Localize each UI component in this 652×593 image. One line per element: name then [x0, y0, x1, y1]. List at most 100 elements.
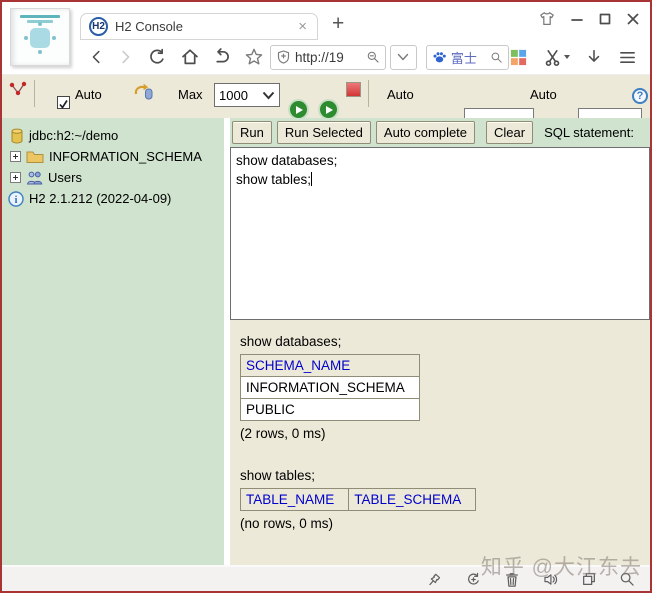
book-cover-art [20, 15, 60, 18]
maximize-button[interactable] [598, 12, 612, 26]
history-undo-icon[interactable] [132, 82, 156, 102]
undo-button[interactable] [212, 47, 232, 67]
svg-text:i: i [15, 195, 18, 206]
tab-strip: H2 H2 Console × + [2, 2, 650, 66]
stop-button[interactable] [346, 82, 361, 97]
sql-line: show tables; [236, 172, 313, 187]
clear-button[interactable]: Clear [486, 121, 534, 144]
tab-title: H2 Console [115, 19, 183, 34]
new-tab-button[interactable]: + [332, 12, 344, 36]
menu-hamburger-icon[interactable] [618, 49, 637, 66]
disconnect-icon[interactable] [8, 80, 28, 100]
database-icon [11, 128, 23, 144]
browser-status-bar [2, 565, 650, 591]
tree-item-version: i H2 2.1.212 (2022-04-09) [2, 188, 224, 209]
result-table: TABLE_NAME TABLE_SCHEMA [239, 488, 477, 511]
sql-statement-label: SQL statement: [544, 125, 634, 140]
result-table: SCHEMA_NAME INFORMATION_SCHEMA PUBLIC [240, 354, 420, 421]
tree-item-label: INFORMATION_SCHEMA [49, 149, 202, 164]
run-green-button-1[interactable] [290, 101, 307, 118]
auto-refresh-icon[interactable] [465, 571, 482, 588]
search-query[interactable]: 富士 [451, 48, 486, 67]
shield-icon [277, 50, 290, 64]
minimize-button[interactable] [570, 12, 584, 26]
query-echo: show databases; [240, 334, 342, 349]
max-rows-label: Max [178, 87, 203, 102]
back-button[interactable] [88, 48, 106, 66]
windows-restore-icon[interactable] [581, 571, 597, 587]
run-green-button-2[interactable] [320, 101, 337, 118]
sql-line: show databases; [236, 153, 338, 168]
search-magnifier-icon[interactable] [490, 51, 503, 64]
forward-button[interactable] [116, 48, 134, 66]
autocomplete-input[interactable] [578, 108, 642, 118]
users-icon [26, 171, 43, 184]
address-magnifier-icon[interactable] [366, 50, 380, 64]
tree-item-connection[interactable]: jdbc:h2:~/demo [2, 125, 224, 146]
max-rows-select[interactable]: 1000 [214, 83, 280, 107]
autocommit-checkbox[interactable] [57, 96, 70, 109]
toolbar-separator [34, 80, 35, 107]
baidu-paw-icon [433, 52, 446, 63]
address-dropdown-button[interactable] [389, 44, 417, 70]
table-row: PUBLIC [240, 398, 420, 421]
scissors-dropdown-caret[interactable] [564, 55, 570, 59]
close-button[interactable] [626, 12, 640, 26]
column-header[interactable]: TABLE_SCHEMA [348, 488, 477, 511]
trash-icon[interactable] [504, 571, 520, 588]
results-pane: show databases; SCHEMA_NAME INFORMATION_… [230, 320, 650, 565]
favorites-star-icon[interactable] [244, 47, 264, 67]
apps-grid-icon[interactable] [509, 48, 528, 67]
address-bar[interactable]: http://19 [270, 44, 386, 70]
column-header[interactable]: SCHEMA_NAME [240, 354, 420, 377]
h2-console-toolbar: Auto Max 1000 Auto Auto ? [2, 75, 650, 118]
chevron-down-icon [262, 91, 275, 99]
tree-item-label: jdbc:h2:~/demo [29, 128, 119, 143]
browser-window: H2 H2 Console × + http://19 富士 Auto Max … [0, 0, 652, 593]
tab-close-icon[interactable]: × [296, 18, 309, 35]
zoom-magnifier-icon[interactable] [619, 571, 635, 587]
tree-item-information-schema[interactable]: INFORMATION_SCHEMA [2, 146, 224, 167]
table-header-row: TABLE_NAME TABLE_SCHEMA [239, 488, 477, 511]
autocomplete-label: Auto [530, 87, 557, 102]
screenshot-scissors-button[interactable] [543, 48, 570, 67]
skin-shirt-icon[interactable] [538, 11, 556, 27]
max-rows-value: 1000 [219, 87, 248, 103]
result-status: (2 rows, 0 ms) [240, 426, 326, 441]
text-cursor [311, 172, 313, 186]
pushpin-icon[interactable] [426, 571, 443, 588]
search-box[interactable]: 富士 [425, 44, 509, 70]
run-selected-button[interactable]: Run Selected [276, 121, 371, 144]
table-cell: INFORMATION_SCHEMA [240, 376, 420, 399]
tab-h2-console[interactable]: H2 H2 Console × [80, 13, 318, 40]
schema-tree-sidebar: jdbc:h2:~/demo INFORMATION_SCHEMA Users [2, 118, 224, 565]
help-button[interactable]: ? [632, 88, 648, 104]
download-arrow-icon[interactable] [585, 48, 603, 66]
auto-select-input[interactable] [464, 108, 534, 118]
expand-plus-icon[interactable] [10, 151, 21, 162]
refresh-button[interactable] [147, 47, 167, 67]
h2-logo-icon: H2 [89, 17, 108, 36]
speaker-icon[interactable] [542, 571, 559, 588]
result-status: (no rows, 0 ms) [240, 516, 334, 531]
info-icon: i [8, 190, 24, 207]
query-toolbar: Run Run Selected Auto complete Clear SQL… [230, 118, 650, 147]
toolbar-separator [368, 80, 369, 107]
folder-icon [26, 151, 44, 163]
auto-select-label: Auto [387, 87, 414, 102]
browser-toolbar: http://19 富士 [2, 40, 650, 75]
sql-editor[interactable]: show databases; show tables; [230, 147, 650, 320]
tree-item-users[interactable]: Users [2, 167, 224, 188]
result-block: show databases; SCHEMA_NAME INFORMATION_… [240, 334, 650, 441]
table-header-row: SCHEMA_NAME [240, 354, 420, 377]
address-url[interactable]: http://19 [295, 50, 362, 65]
run-button[interactable]: Run [232, 121, 272, 144]
book-cover-thumbnail[interactable] [10, 8, 70, 66]
tree-item-label: H2 2.1.212 (2022-04-09) [29, 191, 172, 206]
table-row: INFORMATION_SCHEMA [240, 376, 420, 399]
auto-complete-button[interactable]: Auto complete [375, 121, 476, 144]
expand-plus-icon[interactable] [10, 172, 21, 183]
column-header[interactable]: TABLE_NAME [239, 488, 350, 511]
tree-item-label: Users [48, 170, 82, 185]
home-button[interactable] [180, 47, 200, 67]
